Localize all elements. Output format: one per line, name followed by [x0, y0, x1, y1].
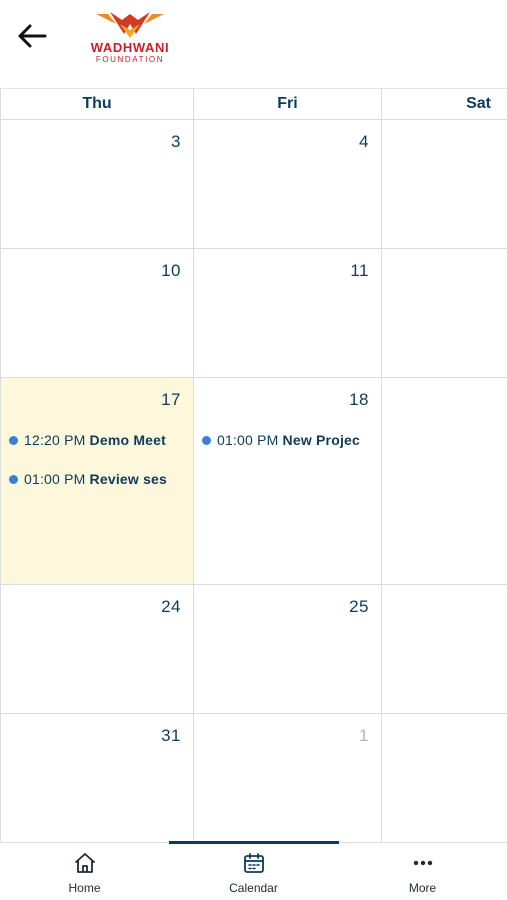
day-cell-sat-2[interactable]: [382, 714, 507, 842]
day-cell-fri-11[interactable]: 11: [194, 249, 382, 378]
date-number: 17: [161, 390, 181, 409]
event-time: 01:00 PM: [217, 432, 279, 448]
day-cell-thu-24[interactable]: 24: [0, 585, 194, 714]
app-header: WADHWANI FOUNDATION: [0, 0, 507, 88]
event-item-review-session[interactable]: 01:00 PM Review ses: [9, 469, 191, 489]
day-cell-sat-26[interactable]: [382, 585, 507, 714]
back-button[interactable]: [14, 18, 50, 54]
nav-calendar[interactable]: Calendar: [169, 843, 338, 900]
event-title: Demo Meet: [89, 432, 167, 448]
date-number: 4: [359, 132, 369, 151]
day-cell-sat-5[interactable]: [382, 120, 507, 249]
day-cell-thu-10[interactable]: 10: [0, 249, 194, 378]
back-arrow-icon: [18, 24, 47, 48]
event-title: Review ses: [89, 471, 168, 487]
day-cell-sat-19[interactable]: [382, 378, 507, 585]
date-number: 11: [350, 261, 369, 280]
nav-more[interactable]: More: [338, 843, 507, 900]
logo-subtitle: FOUNDATION: [95, 55, 165, 64]
calendar-icon: [243, 853, 264, 873]
date-number-next-month: 1: [359, 726, 369, 745]
day-header-sat: Sat: [382, 88, 507, 120]
logo-mark-icon: [96, 12, 164, 38]
event-item-new-project[interactable]: 01:00 PM New Projec: [202, 430, 379, 450]
day-cell-fri-1[interactable]: 1: [194, 714, 382, 842]
event-title: New Projec: [282, 432, 361, 448]
logo-name: WADHWANI: [90, 40, 170, 55]
day-cell-sat-12[interactable]: [382, 249, 507, 378]
date-number: 10: [161, 261, 181, 280]
bottom-navigation: Home Calendar More: [0, 841, 507, 900]
event-dot-icon: [202, 435, 211, 445]
more-icon: [413, 860, 432, 866]
wadhwani-logo: WADHWANI FOUNDATION: [74, 10, 186, 64]
event-dot-icon: [9, 435, 18, 445]
date-number: 18: [349, 390, 369, 409]
nav-home[interactable]: Home: [0, 843, 169, 900]
date-number: 3: [171, 132, 181, 151]
nav-more-label: More: [408, 881, 437, 895]
event-item-demo-meet[interactable]: 12:20 PM Demo Meet: [9, 430, 191, 450]
event-time: 12:20 PM: [24, 432, 86, 448]
day-header-thu: Thu: [0, 88, 194, 120]
day-header-fri: Fri: [194, 88, 382, 120]
day-cell-fri-4[interactable]: 4: [194, 120, 382, 249]
day-cell-thu-31[interactable]: 31: [0, 714, 194, 842]
date-number: 25: [349, 597, 369, 616]
day-cell-fri-25[interactable]: 25: [194, 585, 382, 714]
day-cell-thu-17-today[interactable]: 17 12:20 PM Demo Meet 01:00 PM Review se…: [0, 378, 194, 585]
nav-home-label: Home: [68, 881, 101, 895]
home-icon: [74, 853, 95, 873]
event-time: 01:00 PM: [24, 471, 86, 487]
nav-calendar-label: Calendar: [229, 881, 278, 895]
date-number: 24: [161, 597, 181, 616]
day-cell-fri-18[interactable]: 18 01:00 PM New Projec: [194, 378, 382, 585]
date-number: 31: [161, 726, 181, 745]
day-cell-thu-3[interactable]: 3: [0, 120, 194, 249]
event-dot-icon: [9, 474, 18, 484]
